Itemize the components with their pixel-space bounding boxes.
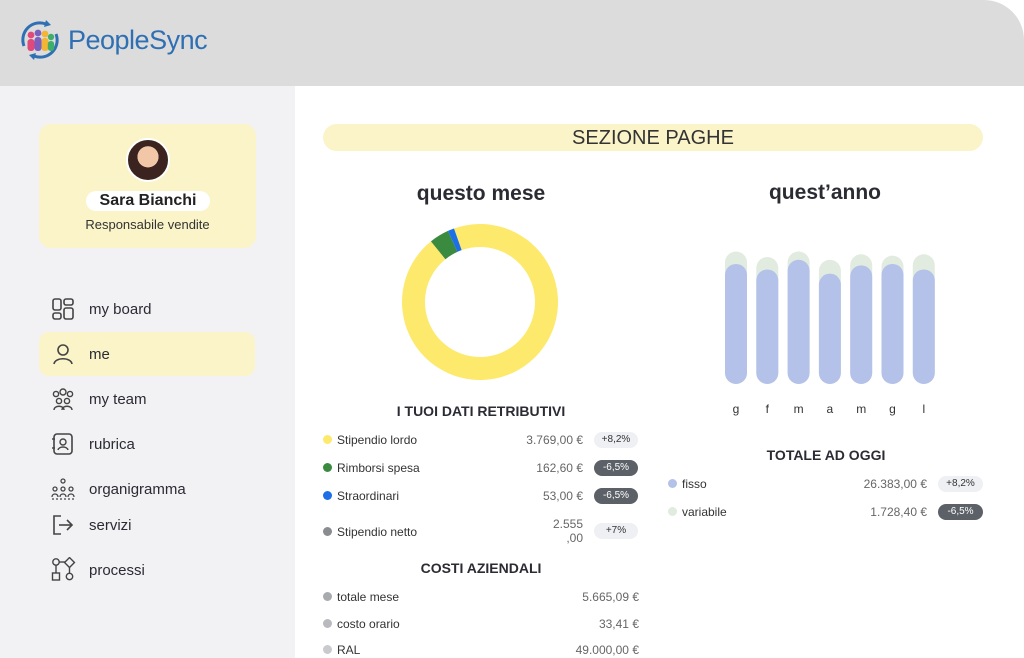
legend-dot — [323, 645, 332, 654]
item-value: 26.383,00 € — [863, 477, 927, 491]
list-item: RAL 49.000,00 € — [323, 640, 639, 658]
sidebar-item-label: me — [89, 345, 110, 363]
sidebar-item-my-board[interactable]: my board — [39, 287, 255, 331]
sidebar-item-label: my board — [89, 300, 152, 318]
bar-fisso — [787, 259, 810, 384]
sidebar-item-label: organigramma — [89, 480, 186, 498]
item-label: totale mese — [337, 590, 400, 604]
month-tick-label: l — [922, 402, 926, 416]
item-value: 1.728,40 € — [870, 505, 927, 519]
donut-chart — [402, 224, 558, 380]
sidebar-item-servizi[interactable]: servizi — [39, 503, 255, 547]
donut-slice-stipendio-lordo — [402, 224, 558, 380]
trend-badge: -6,5% — [594, 460, 638, 476]
sidebar-item-label: rubrica — [89, 435, 135, 453]
list-item: Straordinari 53,00 € — [323, 486, 583, 506]
legend-dot — [323, 619, 332, 628]
flowchart-icon — [51, 557, 76, 581]
section-title: SEZIONE PAGHE — [323, 124, 983, 151]
top-bar: PeopleSync — [0, 0, 1024, 86]
profile-card[interactable]: Sara Bianchi Responsabile vendite — [39, 124, 256, 248]
sidebar-item-me[interactable]: me — [39, 332, 255, 376]
list-item: totale mese 5.665,09 € — [323, 587, 639, 607]
costi-title: COSTI AZIENDALI — [420, 560, 542, 576]
item-value: 33,41 € — [598, 617, 639, 631]
legend-dot — [668, 507, 677, 516]
list-item: Stipendio lordo 3.769,00 € — [323, 430, 583, 450]
bar-fisso — [881, 263, 904, 384]
totale-title: TOTALE AD OGGI — [766, 447, 886, 463]
list-item: Stipendio netto 2.555 ,00 — [323, 516, 583, 548]
year-title: quest’anno — [768, 181, 881, 204]
item-label: variabile — [682, 505, 727, 519]
trend-badge: +7% — [594, 523, 638, 539]
app-name: PeopleSync — [68, 24, 208, 55]
item-label: RAL — [337, 643, 361, 657]
sidebar-item-processi[interactable]: processi — [39, 548, 255, 592]
month-tick-label: f — [765, 402, 769, 416]
item-value: 53,00 € — [542, 489, 583, 503]
sidebar: Sara Bianchi Responsabile vendite my boa… — [0, 86, 295, 658]
trend-badge: -6,5% — [938, 504, 983, 520]
avatar[interactable] — [126, 138, 170, 182]
team-icon — [52, 388, 74, 411]
legend-dot — [323, 527, 332, 536]
month-tick-label: g — [889, 402, 896, 416]
sidebar-item-label: my team — [89, 390, 147, 408]
bar-fisso — [850, 265, 873, 384]
month-tick-label: m — [856, 402, 867, 416]
peoplesync-logo-icon — [21, 20, 59, 60]
item-label: Straordinari — [337, 489, 400, 503]
app-window: PeopleSync Sara Bianchi Responsabile ven… — [0, 0, 1024, 658]
org-chart-icon — [51, 478, 75, 500]
item-value: 2.555 ,00 — [552, 517, 583, 545]
bar-fisso — [756, 269, 779, 384]
month-tick-label: a — [826, 402, 834, 416]
dati-title: I TUOI DATI RETRIBUTIVI — [396, 403, 566, 419]
bar-fisso — [725, 263, 747, 384]
legend-dot — [323, 435, 332, 444]
item-value: 5.665,09 € — [582, 590, 639, 604]
item-label: costo orario — [337, 617, 400, 631]
bar-fisso — [912, 269, 935, 384]
trend-badge: +8,2% — [594, 432, 638, 448]
trend-badge: +8,2% — [938, 476, 983, 492]
dashboard-icon — [52, 298, 74, 320]
month-tick-label: g — [732, 402, 740, 416]
list-item: costo orario 33,41 € — [323, 614, 639, 634]
sidebar-item-label: processi — [89, 561, 145, 579]
list-item: variabile 1.728,40 € — [668, 502, 927, 522]
bar-fisso — [818, 273, 841, 384]
sidebar-item-rubrica[interactable]: rubrica — [39, 422, 255, 466]
item-label: Rimborsi spesa — [337, 461, 420, 475]
profile-role: Responsabile vendite — [85, 217, 210, 232]
item-value: 162,60 € — [536, 461, 583, 475]
contacts-icon — [52, 433, 73, 455]
item-value: 49.000,00 € — [575, 643, 639, 657]
app-logo[interactable]: PeopleSync — [16, 16, 208, 64]
item-label: Stipendio netto — [337, 525, 418, 539]
sidebar-item-my-team[interactable]: my team — [39, 377, 255, 421]
month-tick-label: m — [793, 402, 804, 416]
sidebar-item-label: servizi — [89, 516, 132, 534]
month-title: questo mese — [416, 182, 546, 205]
legend-dot — [323, 592, 332, 601]
user-icon — [53, 344, 73, 365]
legend-dot — [668, 479, 677, 488]
trend-badge: -6,5% — [594, 488, 638, 504]
list-item: Rimborsi spesa 162,60 € — [323, 458, 583, 478]
item-value: 3.769,00 € — [526, 433, 583, 447]
list-item: fisso 26.383,00 € — [668, 474, 927, 494]
bar-chart — [725, 251, 935, 384]
exit-icon — [53, 515, 74, 535]
profile-name: Sara Bianchi — [86, 191, 210, 211]
item-label: fisso — [682, 477, 707, 491]
legend-dot — [323, 463, 332, 472]
legend-dot — [323, 491, 332, 500]
item-label: Stipendio lordo — [337, 433, 418, 447]
